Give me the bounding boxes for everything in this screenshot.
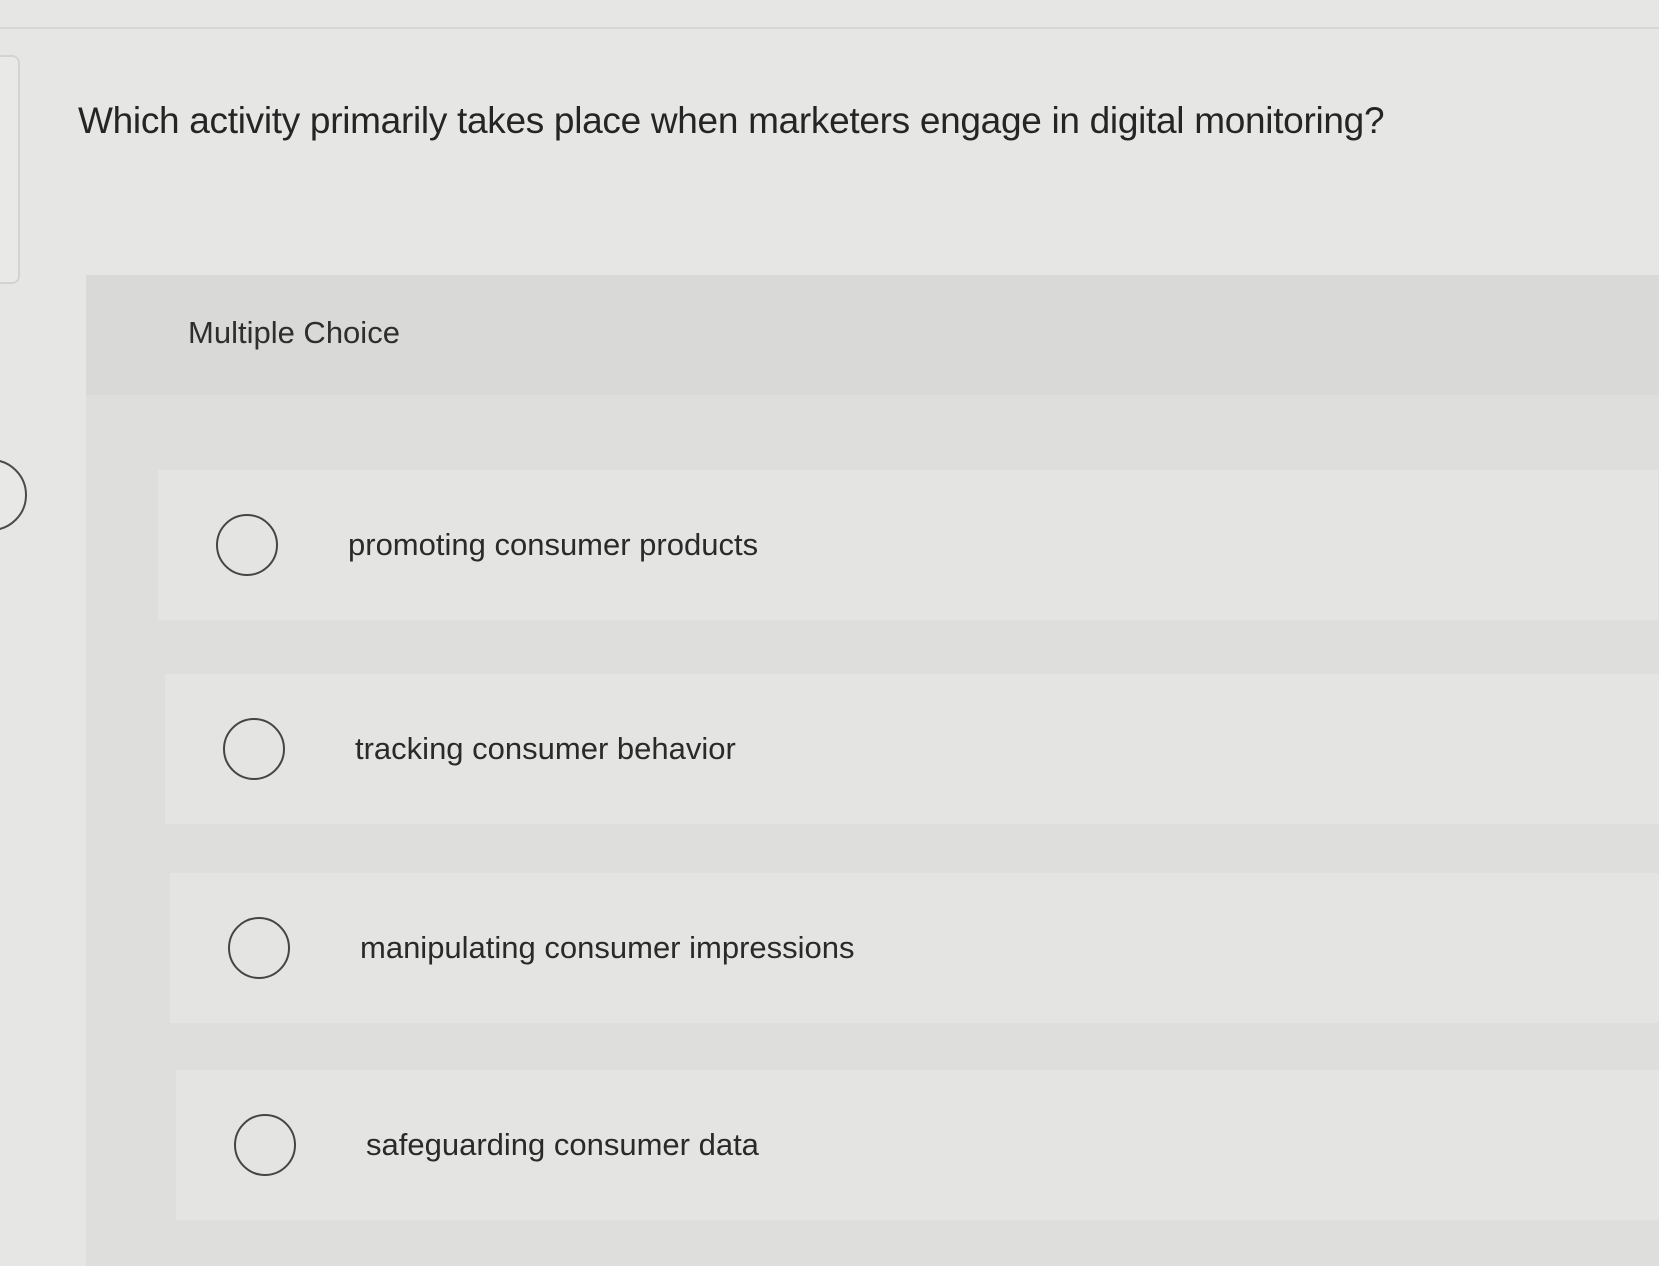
left-side-panel (0, 55, 20, 284)
answer-option-label[interactable]: safeguarding consumer data (366, 1127, 759, 1163)
answer-option-label[interactable]: promoting consumer products (348, 527, 758, 563)
answer-option[interactable]: safeguarding consumer data (176, 1070, 1659, 1220)
radio-button[interactable] (234, 1114, 296, 1176)
question-prompt: Which activity primarily takes place whe… (78, 100, 1385, 141)
answer-option-label[interactable]: tracking consumer behavior (355, 731, 736, 767)
answer-option[interactable]: promoting consumer products (158, 470, 1658, 620)
question-number-badge[interactable]: 2 (0, 459, 27, 531)
answer-option[interactable]: tracking consumer behavior (165, 674, 1659, 824)
radio-button[interactable] (223, 718, 285, 780)
answer-option-label[interactable]: manipulating consumer impressions (360, 930, 855, 966)
question-type-label: Multiple Choice (188, 315, 400, 350)
top-divider (0, 27, 1659, 29)
answer-option[interactable]: manipulating consumer impressions (170, 873, 1659, 1023)
radio-button[interactable] (228, 917, 290, 979)
radio-button[interactable] (216, 514, 278, 576)
